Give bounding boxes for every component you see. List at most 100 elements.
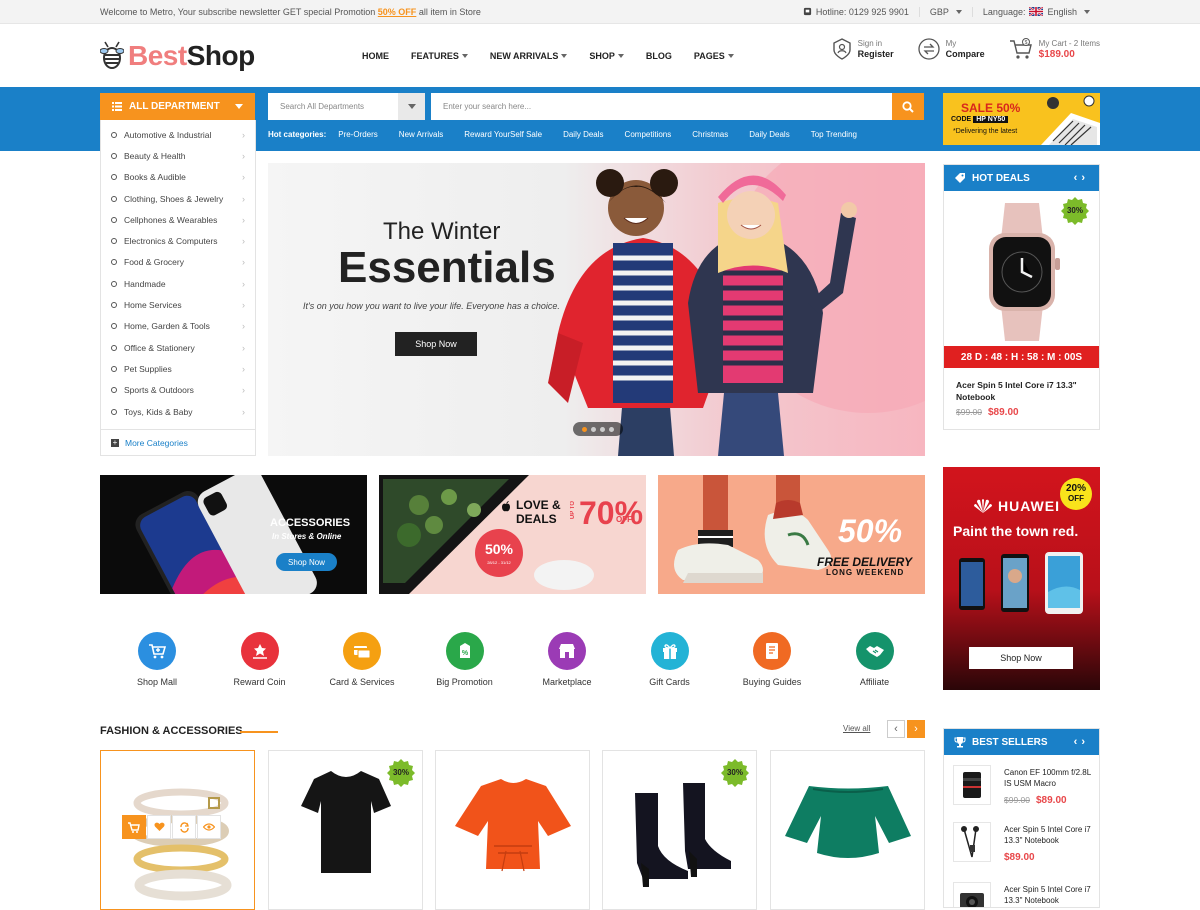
- sale-banner[interactable]: SALE 50% CODE HP NY50 *Delivering the lat…: [943, 93, 1100, 145]
- department-item[interactable]: Office & Stationery ›: [101, 337, 255, 358]
- hero-slider[interactable]: The Winter Essentials It's on you how yo…: [268, 163, 925, 456]
- view-all-link[interactable]: View all: [843, 724, 870, 733]
- hot-category-link[interactable]: Top Trending: [811, 130, 857, 139]
- promotion-icon: %: [445, 632, 484, 670]
- currency-select[interactable]: GBP: [918, 6, 972, 17]
- nav-blog[interactable]: BLOG: [646, 51, 672, 61]
- carousel-nav[interactable]: ‹›: [1074, 736, 1089, 748]
- category-icons-row: Shop Mall Reward Coin Card & Services% Big …: [102, 632, 927, 692]
- department-item[interactable]: Sports & Outdoors ›: [101, 380, 255, 401]
- promo-link[interactable]: 50% OFF: [378, 7, 417, 17]
- department-item[interactable]: Home, Garden & Tools ›: [101, 316, 255, 337]
- slider-dot[interactable]: [600, 426, 605, 432]
- compare-small-label: My: [945, 39, 957, 48]
- category-big-promotion[interactable]: % Big Promotion: [410, 632, 520, 687]
- category-card-services[interactable]: Card & Services: [307, 632, 417, 687]
- best-seller-item[interactable]: Canon EF 100mm f/2.8L IS USM Macro $99.0…: [944, 759, 1099, 815]
- sale-code-label: CODE: [951, 116, 972, 123]
- nav-home[interactable]: HOME: [362, 51, 389, 61]
- category-shop-mall[interactable]: Shop Mall: [102, 632, 212, 687]
- hot-deal-price: $99.00 $89.00: [956, 407, 1019, 418]
- free-delivery-banner[interactable]: 50% FREE DELIVERY LONG WEEKEND: [658, 475, 925, 594]
- hot-deals-title: HOT DEALS: [972, 172, 1030, 184]
- hot-category-link[interactable]: Competitions: [625, 130, 672, 139]
- carousel-nav[interactable]: ‹›: [1074, 172, 1089, 184]
- discount-badge-label: 30%: [726, 768, 743, 777]
- love-deals-off: OFF: [616, 515, 632, 524]
- hot-category-link[interactable]: Daily Deals: [749, 130, 789, 139]
- department-item[interactable]: Pet Supplies ›: [101, 358, 255, 379]
- hot-category-link[interactable]: Reward YourSelf Sale: [464, 130, 542, 139]
- cart-link[interactable]: $ My Cart - 2 Items $189.00: [1009, 38, 1100, 60]
- category-reward-coin[interactable]: Reward Coin: [205, 632, 315, 687]
- hero-shop-now-button[interactable]: Shop Now: [395, 332, 477, 356]
- sale-subtitle: *Delivering the latest: [953, 128, 1018, 135]
- accessories-banner[interactable]: ACCESSORIES In Stores & Online Shop Now: [100, 475, 367, 594]
- best-seller-item[interactable]: Acer Spin 5 Intel Core i7 13.3" Notebook…: [944, 816, 1099, 872]
- hot-deal-product-name[interactable]: Acer Spin 5 Intel Core i7 13.3" Notebook: [956, 379, 1086, 403]
- love-deals-upto: UP TO: [570, 501, 576, 520]
- laptop-illustration: [1031, 93, 1100, 145]
- nav-pages[interactable]: PAGES: [694, 51, 734, 61]
- department-item[interactable]: Automotive & Industrial ›: [101, 124, 255, 145]
- account-link[interactable]: Sign in Register: [832, 38, 894, 60]
- quick-view-button[interactable]: [197, 815, 221, 839]
- prev-arrow-button[interactable]: ‹: [887, 720, 905, 738]
- compare-link[interactable]: My Compare: [917, 38, 985, 60]
- slider-dot[interactable]: [591, 426, 596, 432]
- compare-button[interactable]: [172, 815, 196, 839]
- department-sidebar: Automotive & Industrial › Beauty & Health ›…: [100, 120, 256, 456]
- next-arrow-button[interactable]: ›: [907, 720, 925, 738]
- category-buying-guides[interactable]: Buying Guides: [717, 632, 827, 687]
- huawei-banner[interactable]: HUAWEI Paint the town red. 20% OFF Shop N…: [943, 467, 1100, 690]
- department-item[interactable]: Home Services ›: [101, 294, 255, 315]
- hot-category-link[interactable]: Christmas: [692, 130, 728, 139]
- hot-category-link[interactable]: Pre-Orders: [338, 130, 378, 139]
- category-gift-cards[interactable]: Gift Cards: [615, 632, 725, 687]
- countdown-timer: 28 D : 48 : H : 58 : M : 00S: [944, 346, 1099, 368]
- department-item[interactable]: Clothing, Shoes & Jewelry ›: [101, 188, 255, 209]
- product-card[interactable]: [100, 750, 255, 910]
- nav-shop-label: SHOP: [589, 50, 615, 61]
- handshake-icon: [855, 632, 894, 670]
- nav-shop[interactable]: SHOP: [589, 51, 624, 61]
- svg-text:%: %: [461, 650, 468, 657]
- all-department-label: ALL DEPARTMENT: [129, 101, 220, 112]
- nav-new-arrivals[interactable]: NEW ARRIVALS: [490, 51, 568, 61]
- chevron-down-icon: [235, 104, 243, 109]
- department-item[interactable]: Food & Grocery ›: [101, 252, 255, 273]
- logo[interactable]: Best Shop: [100, 40, 255, 72]
- category-affiliate[interactable]: Affiliate: [820, 632, 930, 687]
- department-item[interactable]: Beauty & Health ›: [101, 145, 255, 166]
- best-seller-item[interactable]: Acer Spin 5 Intel Core i7 13.3" Notebook: [944, 876, 1099, 907]
- department-label: Pet Supplies: [124, 363, 172, 374]
- language-select[interactable]: Language: English: [971, 6, 1100, 17]
- department-item[interactable]: Books & Audible ›: [101, 167, 255, 188]
- hot-category-link[interactable]: New Arrivals: [399, 130, 443, 139]
- search-button[interactable]: [892, 93, 924, 120]
- category-marketplace[interactable]: Marketplace: [512, 632, 622, 687]
- love-deals-banner[interactable]: LOVE & DEALS UP TO 70% OFF 50% 28/12 - 31…: [379, 475, 646, 594]
- department-item[interactable]: Handmade ›: [101, 273, 255, 294]
- product-card[interactable]: 30%: [268, 750, 423, 910]
- product-card[interactable]: [435, 750, 590, 910]
- accessories-shop-now-button[interactable]: Shop Now: [276, 553, 337, 571]
- slider-dot[interactable]: [609, 426, 614, 432]
- add-to-cart-button[interactable]: [122, 815, 146, 839]
- cart-icon: [138, 632, 176, 670]
- hot-category-link[interactable]: Daily Deals: [563, 130, 603, 139]
- all-department-button[interactable]: ALL DEPARTMENT: [100, 93, 255, 120]
- product-card[interactable]: 30%: [602, 750, 757, 910]
- huawei-shop-now-button[interactable]: Shop Now: [969, 647, 1073, 669]
- search-category-select[interactable]: Search All Departments: [268, 93, 425, 120]
- department-item[interactable]: Toys, Kids & Baby ›: [101, 401, 255, 422]
- more-categories-link[interactable]: + More Categories: [101, 429, 255, 455]
- wishlist-button[interactable]: [147, 815, 171, 839]
- search-input[interactable]: Enter your search here...: [431, 93, 892, 120]
- product-card[interactable]: [770, 750, 925, 910]
- department-item[interactable]: Electronics & Computers ›: [101, 230, 255, 251]
- slider-dot[interactable]: [582, 426, 587, 432]
- nav-features[interactable]: FEATURES: [411, 51, 468, 61]
- search-icon: [902, 100, 914, 113]
- department-item[interactable]: Cellphones & Wearables ›: [101, 209, 255, 230]
